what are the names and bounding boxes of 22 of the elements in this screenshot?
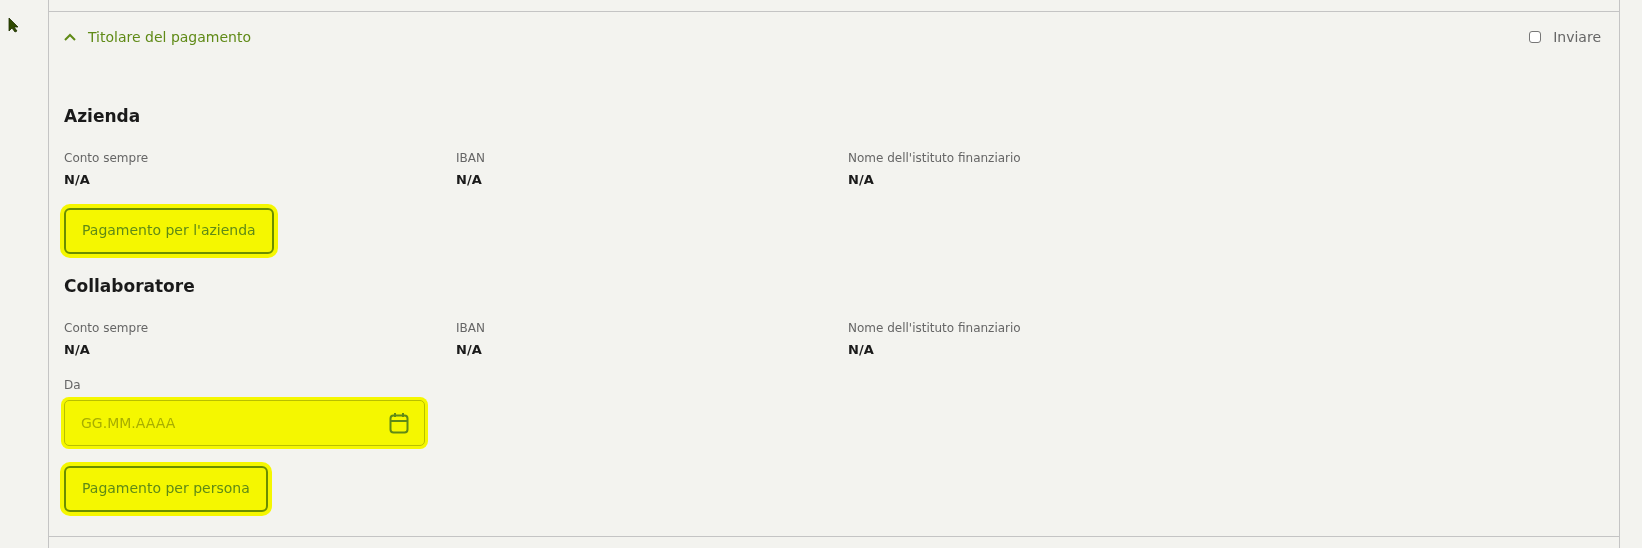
field-label: Conto sempre [64, 320, 150, 338]
cursor-icon [8, 16, 20, 33]
field-value: N/A [64, 341, 91, 360]
field-value: N/A [848, 171, 875, 190]
section-toggle[interactable]: Titolare del pagamento [64, 26, 251, 48]
field-label: IBAN [456, 320, 486, 338]
section-heading: Azienda [64, 106, 142, 127]
checkbox[interactable] [1529, 31, 1542, 43]
calendar-icon[interactable] [389, 411, 409, 434]
section-heading: Collaboratore [64, 275, 196, 297]
field-value: N/A [456, 341, 483, 360]
field-label: IBAN [456, 150, 486, 168]
field-label: Conto sempre [64, 150, 150, 168]
checkbox-label[interactable]: Inviare [1553, 26, 1601, 48]
field-label: Nome dell'istituto finanziario [848, 320, 1022, 338]
field-label: Nome dell'istituto finanziario [848, 150, 1022, 168]
field-value: N/A [848, 341, 875, 360]
field-value: N/A [456, 171, 483, 190]
field-label: Da [64, 376, 82, 394]
date-field[interactable]: GG.MM.AAAA [64, 399, 425, 446]
chevron-icon [64, 33, 76, 41]
field-value: N/A [64, 171, 91, 190]
